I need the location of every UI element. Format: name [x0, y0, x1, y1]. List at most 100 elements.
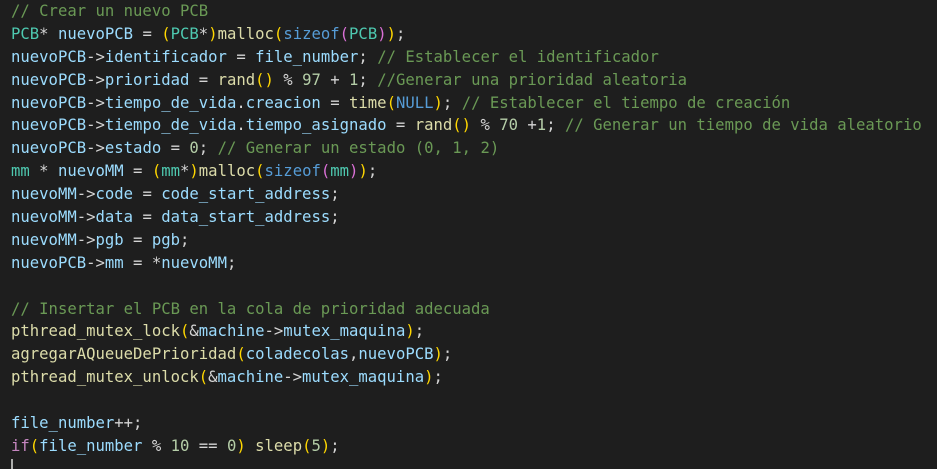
code-token-default: = [123, 230, 152, 249]
code-line[interactable]: nuevoMM->code = code_start_address; [11, 183, 937, 206]
code-line[interactable]: nuevoPCB->tiempo_de_vida.tiempo_asignado… [11, 114, 937, 137]
code-line[interactable]: PCB* nuevoPCB = (PCB*)malloc(sizeof(PCB)… [11, 23, 937, 46]
code-token-variable: file_number [11, 414, 115, 433]
text-cursor [11, 459, 13, 469]
code-token-comment: // Establecer el tiempo de creación [461, 93, 791, 112]
code-token-comment: // Crear un nuevo PCB [11, 2, 209, 20]
code-token-default: ; [414, 322, 425, 341]
code-token-default: ++; [114, 414, 143, 433]
code-token-default: -> [86, 47, 105, 66]
code-area[interactable]: // Crear un nuevo PCB PCB* nuevoPCB = (PC… [11, 0, 937, 458]
code-token-variable: coladecolas [245, 345, 349, 364]
code-editor[interactable]: // Crear un nuevo PCB PCB* nuevoPCB = (PC… [0, 0, 937, 469]
code-line[interactable]: nuevoPCB->estado = 0; // Generar un esta… [11, 137, 937, 160]
code-token-default: ; [330, 436, 340, 455]
code-line[interactable]: nuevoPCB->mm = *nuevoMM; [11, 252, 937, 275]
code-token-bracket1: ( [198, 368, 209, 387]
code-token-keyword: NULL [395, 93, 434, 112]
code-token-bracket2: ( [339, 24, 350, 43]
code-token-variable: code_start_address [161, 185, 331, 204]
code-line[interactable]: mm * nuevoMM = (mm*)malloc(sizeof(mm)); [11, 160, 937, 183]
code-token-default: * [29, 162, 58, 181]
code-line[interactable]: agregarAQueueDePrioridad(coladecolas,nue… [11, 343, 937, 366]
code-token-variable: nuevoPCB [11, 70, 87, 89]
code-token-number: 97 [302, 70, 321, 89]
code-token-number: 10 [170, 436, 190, 455]
code-token-function: pthread_mutex_unlock [11, 368, 199, 387]
code-token-bracket1: ( [29, 436, 40, 455]
code-line[interactable]: // Crear un nuevo PCB [11, 0, 937, 23]
code-token-variable: file_number [39, 436, 143, 455]
code-token-variable: nuevoPCB [11, 47, 87, 66]
code-token-default: ; [198, 139, 218, 158]
code-line[interactable]: pthread_mutex_unlock(&machine->mutex_maq… [11, 366, 937, 389]
code-token-number: 0 [226, 436, 237, 455]
code-token-default: ; [396, 24, 406, 43]
code-line[interactable]: if(file_number % 10 == 0) sleep(5); [11, 435, 937, 458]
code-token-variable: nuevoPCB [358, 345, 434, 364]
code-token-default: -> [86, 116, 105, 135]
code-token-default: = [133, 208, 162, 227]
code-token-default: ; [442, 93, 462, 112]
code-token-number: 1 [536, 116, 547, 135]
code-token-default: ; [330, 208, 340, 227]
code-line[interactable]: nuevoPCB->identificador = file_number; /… [11, 46, 937, 69]
code-token-default: . [236, 93, 246, 112]
code-token-variable: tiempo_de_vida [104, 116, 237, 135]
code-token-default: . [236, 116, 246, 135]
code-token-variable: nuevoMM [11, 230, 77, 249]
code-token-control: if [11, 436, 30, 455]
code-token-variable: identificador [104, 47, 227, 66]
code-line[interactable]: nuevoMM->data = data_start_address; [11, 206, 937, 229]
code-token-variable: data_start_address [161, 208, 331, 227]
code-line[interactable]: nuevoPCB->prioridad = rand() % 97 + 1; /… [11, 69, 937, 92]
code-token-default: -> [86, 253, 105, 272]
code-token-default: ; [358, 70, 378, 89]
code-token-variable: nuevoPCB [11, 93, 87, 112]
code-token-bracket1: ) [424, 368, 434, 387]
code-token-function: pthread_mutex_lock [11, 322, 180, 341]
code-token-type: PCB [11, 24, 40, 43]
code-token-bracket1: ) [358, 162, 368, 181]
code-token-comment: // Insertar el PCB en la cola de priorid… [11, 299, 490, 318]
code-token-comment: // Generar un tiempo de vida aleatorio [564, 116, 922, 135]
code-token-function: time [349, 93, 387, 112]
code-token-default: ; [442, 345, 453, 364]
code-token-default: -> [283, 368, 303, 387]
code-token-default: + [518, 116, 537, 135]
code-token-default: * [198, 24, 209, 43]
code-token-bracket1: ) [386, 24, 396, 43]
code-token-bracket1: ( [386, 93, 396, 112]
code-token-default: % [471, 116, 500, 135]
code-line[interactable]: nuevoMM->pgb = pgb; [11, 229, 937, 252]
code-line[interactable] [11, 389, 937, 412]
code-token-variable: nuevoPCB [11, 139, 87, 158]
code-token-default: & [189, 322, 199, 341]
code-token-variable: nuevoPCB [11, 253, 87, 272]
code-token-bracket1: ) [320, 436, 331, 455]
code-token-bracket1: ( [161, 24, 171, 43]
code-token-default: = [161, 139, 190, 158]
code-token-bracket1: ( [236, 345, 246, 364]
code-token-number: 0 [189, 139, 199, 158]
code-token-variable: prioridad [104, 70, 190, 89]
code-token-default: -> [86, 139, 105, 158]
code-token-variable: nuevoPCB [57, 24, 134, 43]
code-token-type: mm [330, 162, 350, 181]
code-token-type: PCB [349, 24, 378, 43]
code-token-variable: creacion [245, 93, 321, 112]
code-line[interactable]: file_number++; [11, 412, 937, 435]
code-token-default: ; [433, 368, 443, 387]
code-token-function: rand [414, 116, 453, 135]
code-token-default: = * [123, 253, 162, 272]
code-token-type: mm [161, 162, 181, 181]
code-token-variable: nuevoMM [11, 185, 77, 204]
code-line[interactable]: pthread_mutex_lock(&machine->mutex_maqui… [11, 320, 937, 343]
code-line[interactable] [11, 275, 937, 298]
code-token-default: -> [264, 322, 284, 341]
code-line[interactable]: // Insertar el PCB en la cola de priorid… [11, 298, 937, 321]
code-token-bracket1: ) [405, 322, 415, 341]
code-token-variable: nuevoMM [161, 253, 227, 272]
code-token-default: % [273, 70, 303, 89]
code-line[interactable]: nuevoPCB->tiempo_de_vida.creacion = time… [11, 92, 937, 115]
